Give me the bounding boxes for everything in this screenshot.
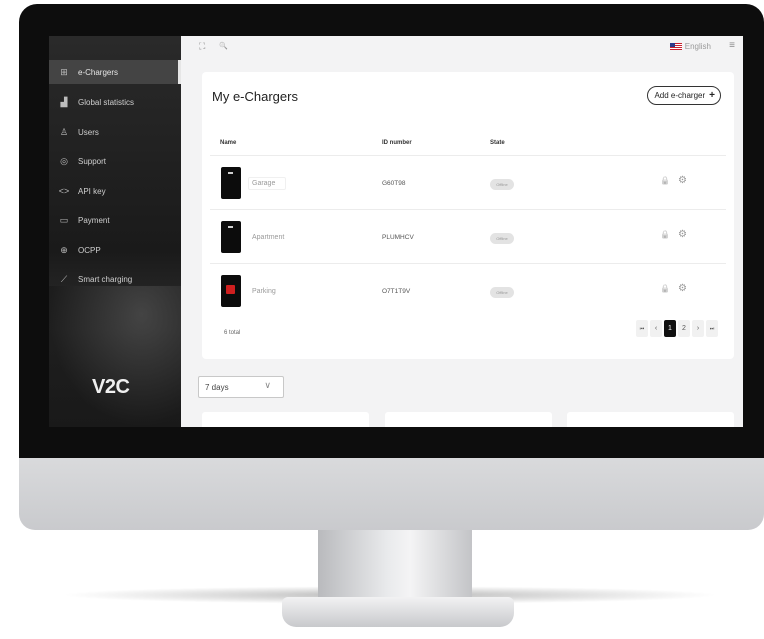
previous-page-button[interactable]: ‹: [650, 320, 662, 337]
charger-device-image: [221, 221, 241, 253]
charger-id: O7T1T9V: [382, 288, 411, 295]
chevron-down-icon: ∨: [264, 380, 271, 390]
sidebar-item-label: API key: [78, 186, 106, 196]
sidebar-item-global-statistics[interactable]: ▟ Global statistics: [49, 90, 181, 114]
period-value: 7 days: [205, 382, 229, 392]
monitor-stand-neck: [318, 530, 472, 600]
stat-card: [202, 412, 369, 427]
app-screen: ⊞ e-Chargers ▟ Global statistics ♙ Users…: [49, 36, 743, 427]
language-selector[interactable]: English: [669, 42, 711, 51]
next-page-button[interactable]: ›: [692, 320, 704, 337]
monitor-chin: [19, 458, 764, 530]
user-icon: ♙: [59, 126, 69, 137]
sidebar-item-e-chargers[interactable]: ⊞ e-Chargers: [49, 60, 181, 84]
status-badge: Offline: [490, 287, 514, 298]
globe-icon: ⊕: [60, 244, 68, 255]
charger-name: Garage: [248, 177, 287, 190]
settings-icon[interactable]: ⚙: [678, 175, 687, 186]
sidebar-item-label: Global statistics: [78, 97, 135, 107]
sidebar: ⊞ e-Chargers ▟ Global statistics ♙ Users…: [49, 36, 181, 427]
charger-id: PLUMHCV: [382, 234, 414, 241]
status-badge: Offline: [490, 179, 514, 190]
total-count: 6 total: [224, 330, 241, 336]
pagination: ⏮ ‹ 1 2 › ⏭: [634, 320, 718, 337]
sidebar-item-label: Payment: [78, 215, 110, 225]
charger-device-image: [221, 275, 241, 307]
sidebar-item-label: e-Chargers: [78, 67, 119, 77]
add-e-charger-button[interactable]: Add e-charger +: [647, 86, 721, 105]
stat-card: [385, 412, 552, 427]
sidebar-item-smart-charging[interactable]: ⟋ Smart charging: [49, 267, 181, 291]
sidebar-item-label: Smart charging: [78, 274, 133, 284]
sidebar-item-api-key[interactable]: <> API key: [49, 179, 181, 203]
plus-icon: +: [709, 90, 715, 101]
last-page-button[interactable]: ⏭: [706, 320, 718, 337]
add-e-charger-label: Add e-charger: [654, 91, 706, 100]
sidebar-item-ocpp[interactable]: ⊕ OCPP: [49, 238, 181, 262]
language-label: English: [684, 42, 711, 51]
status-badge: Offline: [490, 233, 514, 244]
table-row[interactable]: Parking O7T1T9V Offline 🔒 ⚙: [210, 263, 726, 317]
charger-name: Apartment: [248, 231, 296, 244]
stat-card: [567, 412, 734, 427]
table-row[interactable]: Garage G60T98 Offline 🔒 ⚙: [210, 155, 726, 209]
us-flag-icon: [669, 43, 682, 50]
charger-id: G60T98: [382, 180, 406, 187]
column-header-state[interactable]: State: [490, 140, 505, 146]
charger-icon: ⊞: [60, 66, 68, 77]
column-header-name[interactable]: Name: [220, 140, 236, 146]
code-icon: <>: [58, 186, 70, 196]
column-header-id[interactable]: ID number: [382, 140, 412, 146]
period-select[interactable]: 7 days ∨: [198, 376, 284, 398]
charger-device-image: [221, 167, 241, 199]
sidebar-item-label: Support: [78, 156, 107, 166]
sidebar-item-support[interactable]: ◎ Support: [49, 149, 181, 173]
settings-icon[interactable]: ⚙: [678, 283, 687, 294]
sidebar-item-payment[interactable]: ▭ Payment: [49, 208, 181, 232]
charger-name: Parking: [248, 285, 287, 298]
sidebar-item-users[interactable]: ♙ Users: [49, 120, 181, 144]
payment-icon: ▭: [59, 214, 69, 225]
page-title: My e-Chargers: [212, 89, 298, 104]
page-button-2[interactable]: 2: [678, 320, 690, 337]
sidebar-background-photo: [49, 286, 181, 427]
sidebar-item-label: OCPP: [78, 245, 101, 255]
table-row[interactable]: Apartment PLUMHCV Offline 🔒 ⚙: [210, 209, 726, 263]
search-icon[interactable]: 🔍: [219, 42, 228, 50]
page-button-1[interactable]: 1: [664, 320, 676, 337]
menu-icon[interactable]: ≡: [729, 40, 735, 51]
sidebar-item-label: Users: [78, 127, 99, 137]
first-page-button[interactable]: ⏮: [636, 320, 648, 337]
v2c-logo[interactable]: V2C: [92, 376, 130, 399]
monitor-stand-foot: [282, 597, 514, 627]
settings-icon[interactable]: ⚙: [678, 229, 687, 240]
support-icon: ◎: [60, 155, 68, 166]
lock-icon[interactable]: 🔒: [660, 284, 670, 293]
leaf-icon: ⟋: [60, 273, 68, 284]
bar-chart-icon: ▟: [60, 96, 68, 107]
lock-icon[interactable]: 🔒: [660, 230, 670, 239]
lock-icon[interactable]: 🔒: [660, 176, 670, 185]
topbar: ⛶ 🔍 English ≡: [181, 36, 743, 58]
fullscreen-icon[interactable]: ⛶: [199, 41, 205, 52]
e-chargers-card: My e-Chargers Add e-charger + Name ID nu…: [202, 72, 734, 359]
